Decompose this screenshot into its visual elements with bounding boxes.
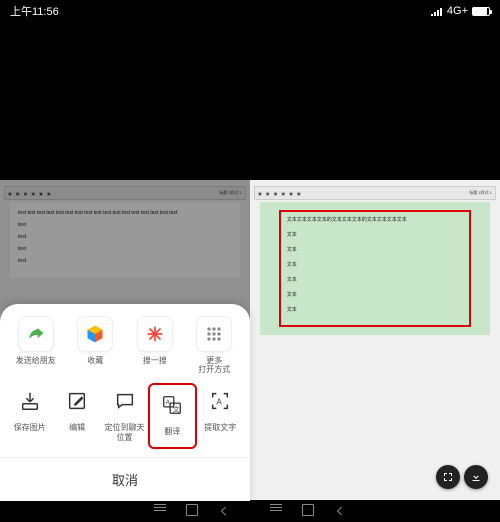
svg-text:文: 文 (173, 404, 180, 413)
status-bar: 上午11:56 4G+ (0, 0, 500, 22)
svg-text:A: A (217, 398, 223, 407)
right-doc-page: 文本文本文本文本的文本文本文本的文本文本文本文本 文本 文本 文本 文本 文本 … (260, 202, 490, 335)
nav-home-left[interactable] (186, 504, 198, 516)
download-tray-icon (12, 383, 48, 419)
nav-home-right[interactable] (302, 504, 314, 516)
float-controls (436, 465, 488, 489)
signal-icon (431, 6, 443, 16)
doc-line: 文本文本文本文本的文本文本文本的文本文本文本文本 (287, 216, 464, 223)
system-nav-bar (0, 501, 500, 519)
edit-square-icon (59, 383, 95, 419)
save-image-action[interactable]: 保存图片 (6, 383, 53, 449)
network-label: 4G+ (447, 5, 468, 17)
doc-line: 文本 (287, 306, 464, 313)
doc-line: 文本 (287, 291, 464, 298)
svg-text:A: A (166, 399, 171, 406)
nav-back-right[interactable] (334, 504, 346, 516)
status-time: 上午11:56 (10, 3, 59, 19)
action-label: 保存图片 (14, 423, 46, 441)
nav-recent-left[interactable] (154, 504, 166, 516)
translate-result-highlight: 文本文本文本文本的文本文本文本的文本文本文本文本 文本 文本 文本 文本 文本 … (279, 210, 472, 327)
nav-recent-right[interactable] (270, 504, 282, 516)
favorite-action[interactable]: 收藏 (68, 316, 122, 375)
share-forward-action[interactable]: 发送给朋友 (9, 316, 63, 375)
nav-back-left[interactable] (218, 504, 230, 516)
action-label: 提取文字 (204, 423, 236, 441)
action-sheet: 发送给朋友 收藏 搜一搜 更多 打开方式 保存图片 (0, 304, 250, 501)
action-label: 收藏 (87, 356, 103, 374)
sheet-row-2: 保存图片 编辑 定位到聊天 位置 A文 翻译 A 提取文字 (0, 383, 250, 449)
status-right: 4G+ (431, 5, 490, 17)
action-label: 翻译 (164, 427, 180, 445)
expand-icon (442, 471, 454, 483)
grid-dots-icon (196, 316, 232, 352)
sheet-row-1: 发送给朋友 收藏 搜一搜 更多 打开方式 (0, 316, 250, 375)
asterisk-red-icon (137, 316, 173, 352)
cancel-button[interactable]: 取消 (0, 457, 250, 501)
doc-line: 文本 (287, 276, 464, 283)
chat-bubble-icon (107, 383, 143, 419)
right-pane[interactable]: ▣▣▣▣▣▣ 标题 1样式 1 文本文本文本文本的文本文本文本的文本文本文本文本… (250, 180, 500, 500)
open-with-action[interactable]: 更多 打开方式 (187, 316, 241, 375)
share-arrow-icon (18, 316, 54, 352)
download-icon (470, 471, 482, 483)
action-label: 定位到聊天 位置 (105, 423, 145, 442)
expand-pill[interactable] (436, 465, 460, 489)
action-label: 搜一搜 (143, 356, 167, 374)
edit-action[interactable]: 编辑 (53, 383, 100, 449)
ocr-brackets-icon: A (202, 383, 238, 419)
cube-color-icon (77, 316, 113, 352)
translate-action[interactable]: A文 翻译 (148, 383, 196, 449)
scan-action[interactable]: 搜一搜 (128, 316, 182, 375)
battery-icon (472, 7, 490, 16)
action-label: 编辑 (69, 423, 85, 441)
action-label: 发送给朋友 (16, 356, 56, 374)
doc-line: 文本 (287, 231, 464, 238)
extract-text-action[interactable]: A 提取文字 (197, 383, 244, 449)
right-document: ▣▣▣▣▣▣ 标题 1样式 1 文本文本文本文本的文本文本文本的文本文本文本文本… (250, 180, 500, 500)
locate-chat-action[interactable]: 定位到聊天 位置 (101, 383, 148, 449)
action-label: 更多 打开方式 (198, 356, 230, 375)
doc-line: 文本 (287, 261, 464, 268)
download-pill[interactable] (464, 465, 488, 489)
doc-line: 文本 (287, 246, 464, 253)
translate-az-icon: A文 (154, 387, 190, 423)
right-doc-toolbar: ▣▣▣▣▣▣ 标题 1样式 1 (254, 186, 496, 200)
